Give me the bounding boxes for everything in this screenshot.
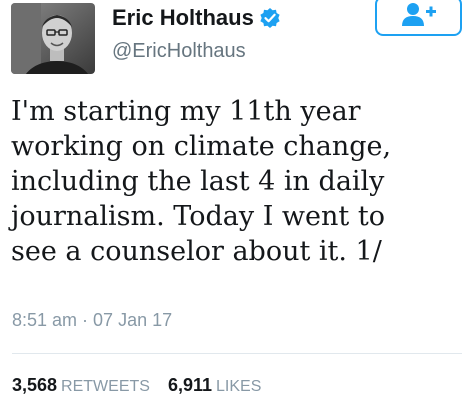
tweet-text-line: see a counselor about it. 1/ xyxy=(11,236,382,267)
tweet-stats: 3,568 RETWEETS 6,911 LIKES xyxy=(12,375,261,396)
avatar[interactable] xyxy=(11,3,95,74)
retweets-label: RETWEETS xyxy=(61,378,150,395)
tweet-time: 8:51 am xyxy=(12,310,78,330)
tweet-text-line: I'm starting my 11th year xyxy=(11,96,361,127)
author-display-name[interactable]: Eric Holthaus xyxy=(112,5,254,31)
author-handle[interactable]: @EricHolthaus xyxy=(112,40,246,63)
tweet-text: I'm starting my 11th year working on cli… xyxy=(11,94,466,269)
author-name-row[interactable]: Eric Holthaus xyxy=(112,4,281,32)
likes-count: 6,911 xyxy=(167,375,212,395)
divider xyxy=(12,353,462,354)
follow-button[interactable] xyxy=(375,0,462,36)
retweets-count: 3,568 xyxy=(12,375,58,395)
tweet-text-line: working on climate change, xyxy=(11,131,392,162)
tweet-date: 07 Jan 17 xyxy=(93,310,173,330)
add-user-icon xyxy=(399,1,439,32)
tweet-card: Eric Holthaus @EricHolthaus I'm starting… xyxy=(0,0,474,412)
meta-separator: · xyxy=(82,310,89,330)
avatar-photo xyxy=(11,3,95,74)
tweet-timestamp[interactable]: 8:51 am · 07 Jan 17 xyxy=(12,310,172,331)
tweet-text-line: journalism. Today I went to xyxy=(11,201,385,232)
verified-badge-icon xyxy=(259,7,281,29)
retweets-stat[interactable]: 3,568 RETWEETS xyxy=(12,375,150,395)
likes-stat[interactable]: 6,911 LIKES xyxy=(168,375,261,395)
likes-label: LIKES xyxy=(216,378,262,395)
tweet-text-line: including the last 4 in daily xyxy=(11,166,385,197)
